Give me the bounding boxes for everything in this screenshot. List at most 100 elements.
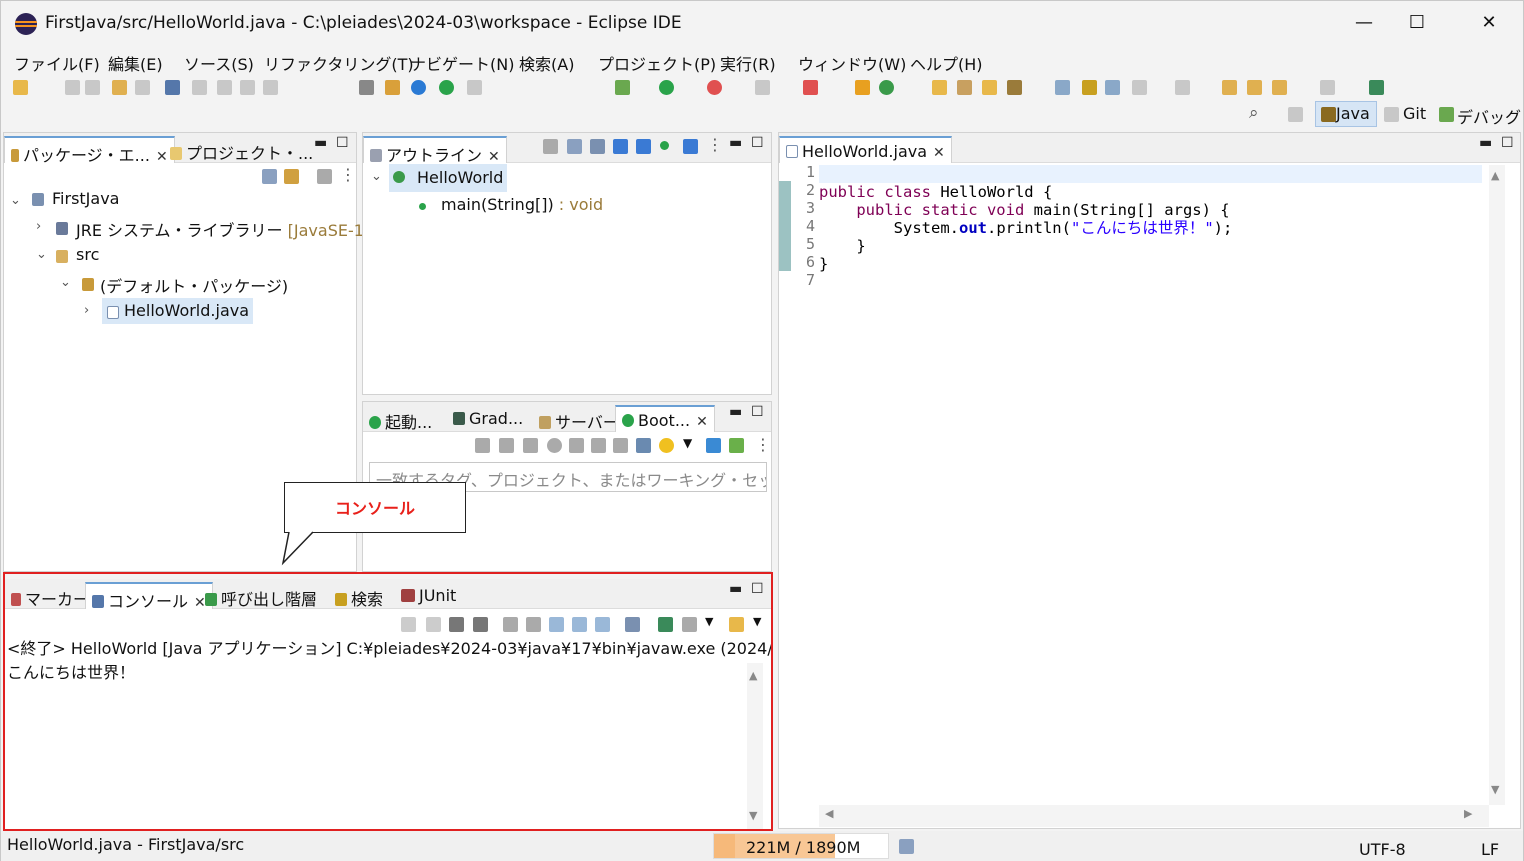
add-icon[interactable] [729, 438, 744, 453]
maximize-view-button[interactable]: ☐ [751, 404, 764, 420]
search-toolbar-icon[interactable] [467, 80, 482, 95]
close-button[interactable]: ✕ [1466, 7, 1512, 39]
settings-icon[interactable] [411, 80, 426, 95]
chevron-down-icon[interactable]: ⌄ [36, 247, 47, 262]
stop-icon[interactable] [523, 438, 538, 453]
new-window-icon[interactable] [1369, 80, 1384, 95]
collapse-icon[interactable] [567, 139, 582, 154]
menu-source[interactable]: ソース(S) [184, 51, 254, 75]
minimize-view-button[interactable]: ▬ [729, 404, 742, 420]
link-editor-icon[interactable] [284, 169, 299, 184]
tree-src[interactable]: src [76, 245, 99, 264]
open-browser-icon[interactable] [547, 438, 562, 453]
save-icon[interactable] [65, 80, 80, 95]
run-icon[interactable] [659, 80, 674, 95]
bulb-icon[interactable] [659, 438, 674, 453]
new-java-project-icon[interactable] [855, 80, 870, 95]
tab-boot-dashboard[interactable]: Boot... ✕ [615, 405, 715, 432]
outline-class[interactable]: HelloWorld [389, 164, 508, 192]
chevron-down-icon[interactable]: ⌄ [10, 193, 21, 208]
tab-project-explorer[interactable]: プロジェクト・... [164, 136, 319, 163]
scroll-right-icon[interactable]: ▶ [1464, 807, 1472, 820]
close-icon[interactable]: ✕ [696, 414, 708, 430]
coverage-icon[interactable] [707, 80, 722, 95]
forward-icon[interactable] [1247, 80, 1262, 95]
back-icon[interactable] [1222, 80, 1237, 95]
search-pen-icon[interactable] [1007, 80, 1022, 95]
minimize-editor-button[interactable]: ▬ [1479, 135, 1492, 151]
open-task-icon[interactable] [957, 80, 972, 95]
outline-method[interactable]: main(String[]) : void [441, 195, 603, 214]
tab-package-explorer[interactable]: パッケージ・エ... ✕ [4, 136, 175, 165]
tab-helloworld-java[interactable]: HelloWorld.java ✕ [779, 136, 952, 163]
code-area[interactable]: public class HelloWorld { public static … [819, 165, 1232, 273]
sort-icon[interactable] [590, 139, 605, 154]
disconnect-icon[interactable] [263, 80, 278, 95]
collapse-all-icon[interactable] [262, 169, 277, 184]
maximize-view-button[interactable]: ☐ [751, 135, 764, 151]
maximize-button[interactable]: ☐ [1394, 7, 1440, 39]
focus-icon[interactable] [543, 139, 558, 154]
open-type-icon[interactable] [932, 80, 947, 95]
view-menu-icon[interactable]: ⋮ [340, 165, 356, 184]
undo-icon[interactable] [112, 80, 127, 95]
prev-edit-icon[interactable] [1272, 80, 1287, 95]
hide-local-icon[interactable] [683, 139, 698, 154]
new-icon[interactable] [13, 80, 28, 95]
hide-static-icon[interactable] [636, 139, 651, 154]
annotation-icon[interactable] [1055, 80, 1070, 95]
prev-annotation-icon[interactable] [1105, 80, 1120, 95]
status-encoding[interactable]: UTF-8 [1359, 840, 1406, 859]
editor-horizontal-scrollbar[interactable]: ◀ ▶ [819, 805, 1489, 827]
chevron-right-icon[interactable]: › [36, 219, 41, 234]
link-icon[interactable] [591, 438, 606, 453]
filter-icon[interactable] [317, 169, 332, 184]
hide-fields-icon[interactable] [613, 139, 628, 154]
spring-icon[interactable] [439, 80, 454, 95]
tab-outline[interactable]: アウトライン ✕ [363, 136, 507, 165]
perspective-git[interactable]: Git [1403, 104, 1426, 123]
external-tools-icon[interactable] [803, 80, 818, 95]
menu-file[interactable]: ファイル(F) [14, 51, 100, 75]
view-menu-icon[interactable]: ⋮ [707, 135, 723, 154]
open-perspective-icon[interactable] [1288, 107, 1303, 122]
menu-refactor[interactable]: リファクタリング(T) [264, 51, 414, 75]
editor-vertical-scrollbar[interactable]: ▲ ▼ [1489, 165, 1505, 805]
open-resource-icon[interactable] [982, 80, 997, 95]
redo-icon[interactable] [135, 80, 150, 95]
console-icon[interactable] [569, 438, 584, 453]
chevron-down-icon[interactable]: ▼ [683, 436, 692, 450]
tab-launch[interactable]: 起動... [363, 405, 438, 432]
minimize-view-button[interactable]: ▬ [314, 135, 327, 151]
tree-default-package[interactable]: (デフォルト・パッケージ) [100, 273, 288, 297]
menu-project[interactable]: プロジェクト(P) [598, 51, 716, 75]
chevron-down-icon[interactable]: ⌄ [60, 275, 71, 290]
hide-nonpublic-icon[interactable] [660, 141, 669, 150]
view-menu-icon[interactable]: ⋮ [755, 435, 771, 454]
maximize-editor-button[interactable]: ☐ [1501, 135, 1514, 151]
tree-jre-library[interactable]: JRE システム・ライブラリー [JavaSE-17] [76, 217, 380, 241]
menu-edit[interactable]: 編集(E) [108, 51, 163, 75]
menu-navigate[interactable]: ナビゲート(N) [410, 51, 514, 75]
skip-breakpoints-icon[interactable] [359, 80, 374, 95]
scroll-down-icon[interactable]: ▼ [1491, 783, 1499, 796]
debug-icon[interactable] [615, 80, 630, 95]
scroll-left-icon[interactable]: ◀ [825, 807, 833, 820]
menu-run[interactable]: 実行(R) [720, 51, 776, 75]
chevron-right-icon[interactable]: › [84, 303, 89, 318]
status-line-ending[interactable]: LF [1481, 840, 1499, 859]
scroll-up-icon[interactable]: ▲ [1491, 169, 1499, 182]
perspective-debug[interactable]: デバッグ [1457, 104, 1521, 128]
tree-file-helloworld[interactable]: HelloWorld.java [102, 298, 254, 324]
suspend-icon[interactable] [217, 80, 232, 95]
tree-project[interactable]: FirstJava [52, 189, 119, 208]
minimize-button[interactable]: — [1341, 7, 1387, 39]
console-toolbar-icon[interactable] [165, 80, 180, 95]
close-icon[interactable]: ✕ [488, 149, 500, 165]
refresh-icon[interactable] [385, 80, 400, 95]
menu-window[interactable]: ウィンドウ(W) [798, 51, 906, 75]
stop-icon[interactable] [755, 80, 770, 95]
minimize-view-button[interactable]: ▬ [729, 135, 742, 151]
close-icon[interactable]: ✕ [933, 145, 945, 161]
save-all-icon[interactable] [85, 80, 100, 95]
